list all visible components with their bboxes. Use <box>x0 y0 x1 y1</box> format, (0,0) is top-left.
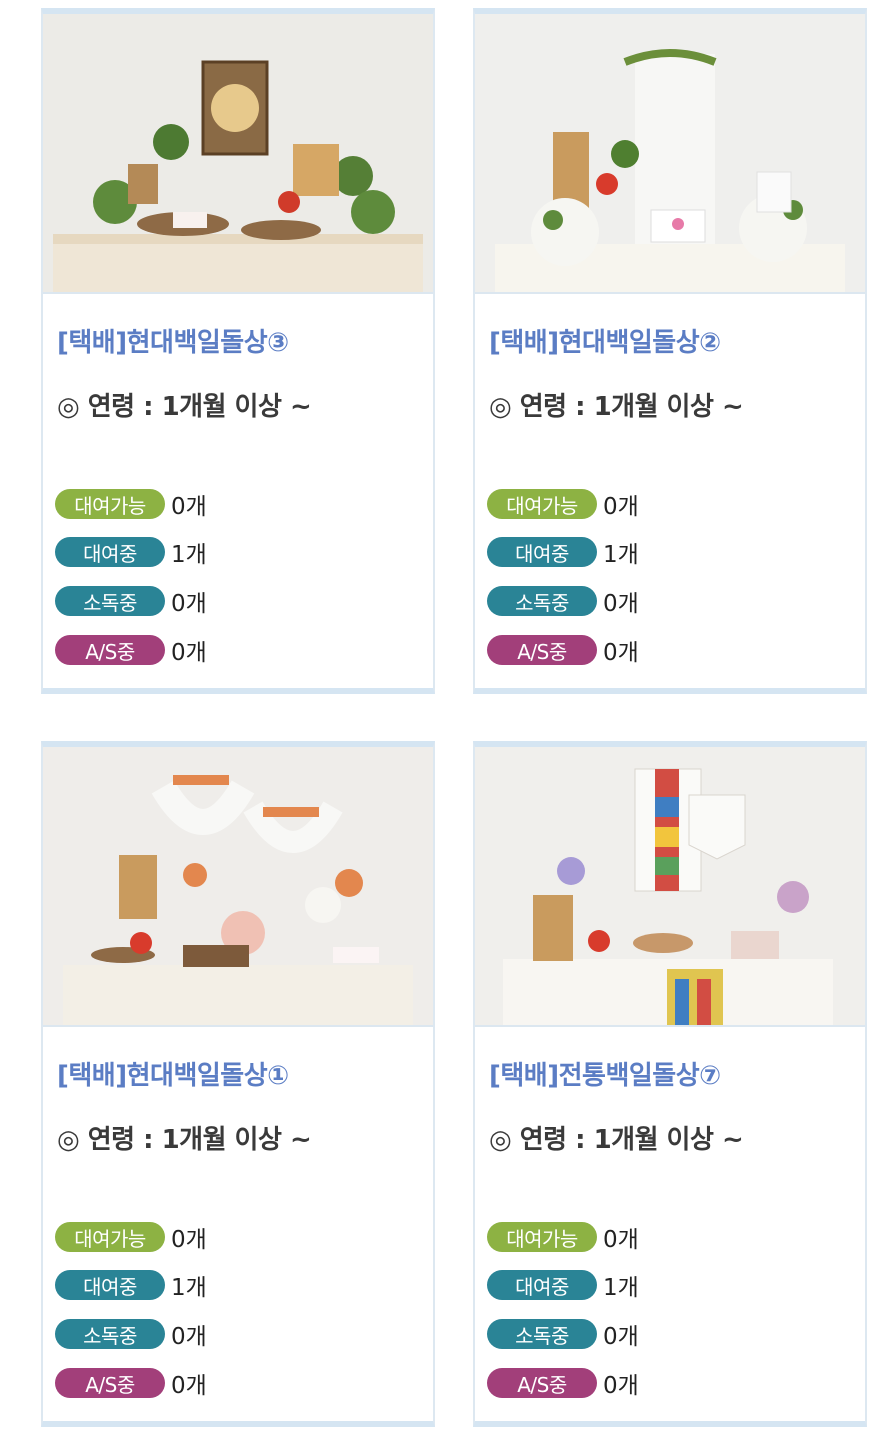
product-title[interactable]: [택배]현대백일돌상③ <box>57 322 289 359</box>
status-available: 대여가능 0개 <box>487 1221 847 1253</box>
repair-count: 0개 <box>171 1373 207 1399</box>
sanitizing-count: 0개 <box>171 591 207 617</box>
sanitizing-badge: 소독중 <box>487 586 597 616</box>
sanitizing-badge: 소독중 <box>55 586 165 616</box>
status-repair: A/S중 0개 <box>487 634 847 666</box>
product-title[interactable]: [택배]현대백일돌상② <box>489 322 721 359</box>
age-info: ◎ 연령 : 1개월 이상 ~ <box>489 392 744 422</box>
age-info: ◎ 연령 : 1개월 이상 ~ <box>57 1125 312 1155</box>
renting-badge: 대여중 <box>487 537 597 567</box>
repair-badge: A/S중 <box>487 635 597 665</box>
status-renting: 대여중 1개 <box>487 536 847 568</box>
renting-badge: 대여중 <box>487 1270 597 1300</box>
age-info: ◎ 연령 : 1개월 이상 ~ <box>489 1125 744 1155</box>
product-card[interactable]: [택배]전통백일돌상⑦ ◎ 연령 : 1개월 이상 ~ 대여가능 0개 대여중 … <box>473 741 867 1427</box>
product-photo[interactable] <box>43 14 433 294</box>
sanitizing-count: 0개 <box>603 1324 639 1350</box>
repair-badge: A/S중 <box>55 1368 165 1398</box>
available-count: 0개 <box>171 1227 207 1253</box>
sanitizing-count: 0개 <box>171 1324 207 1350</box>
sanitizing-count: 0개 <box>603 591 639 617</box>
status-renting: 대여중 1개 <box>487 1269 847 1301</box>
repair-badge: A/S중 <box>487 1368 597 1398</box>
product-image <box>475 747 865 1025</box>
renting-count: 1개 <box>171 1275 207 1301</box>
status-sanitizing: 소독중 0개 <box>487 585 847 617</box>
product-grid: [택배]현대백일돌상③ ◎ 연령 : 1개월 이상 ~ 대여가능 0개 대여중 … <box>0 0 888 1440</box>
product-image <box>475 14 865 292</box>
product-card[interactable]: [택배]현대백일돌상① ◎ 연령 : 1개월 이상 ~ 대여가능 0개 대여중 … <box>41 741 435 1427</box>
status-sanitizing: 소독중 0개 <box>487 1318 847 1350</box>
product-photo[interactable] <box>475 747 865 1027</box>
status-repair: A/S중 0개 <box>55 634 415 666</box>
renting-count: 1개 <box>603 1275 639 1301</box>
available-badge: 대여가능 <box>487 489 597 519</box>
status-sanitizing: 소독중 0개 <box>55 585 415 617</box>
status-repair: A/S중 0개 <box>55 1367 415 1399</box>
renting-badge: 대여중 <box>55 537 165 567</box>
available-badge: 대여가능 <box>487 1222 597 1252</box>
available-count: 0개 <box>603 494 639 520</box>
available-count: 0개 <box>171 494 207 520</box>
repair-count: 0개 <box>171 640 207 666</box>
product-photo[interactable] <box>43 747 433 1027</box>
status-available: 대여가능 0개 <box>55 1221 415 1253</box>
renting-count: 1개 <box>603 542 639 568</box>
product-title[interactable]: [택배]전통백일돌상⑦ <box>489 1055 721 1092</box>
status-renting: 대여중 1개 <box>55 1269 415 1301</box>
product-image <box>43 14 433 292</box>
status-sanitizing: 소독중 0개 <box>55 1318 415 1350</box>
sanitizing-badge: 소독중 <box>487 1319 597 1349</box>
available-count: 0개 <box>603 1227 639 1253</box>
status-repair: A/S중 0개 <box>487 1367 847 1399</box>
product-card[interactable]: [택배]현대백일돌상② ◎ 연령 : 1개월 이상 ~ 대여가능 0개 대여중 … <box>473 8 867 694</box>
repair-badge: A/S중 <box>55 635 165 665</box>
status-available: 대여가능 0개 <box>487 488 847 520</box>
repair-count: 0개 <box>603 640 639 666</box>
status-renting: 대여중 1개 <box>55 536 415 568</box>
available-badge: 대여가능 <box>55 1222 165 1252</box>
sanitizing-badge: 소독중 <box>55 1319 165 1349</box>
product-image <box>43 747 433 1025</box>
age-info: ◎ 연령 : 1개월 이상 ~ <box>57 392 312 422</box>
repair-count: 0개 <box>603 1373 639 1399</box>
product-title[interactable]: [택배]현대백일돌상① <box>57 1055 289 1092</box>
available-badge: 대여가능 <box>55 489 165 519</box>
status-available: 대여가능 0개 <box>55 488 415 520</box>
renting-badge: 대여중 <box>55 1270 165 1300</box>
product-card[interactable]: [택배]현대백일돌상③ ◎ 연령 : 1개월 이상 ~ 대여가능 0개 대여중 … <box>41 8 435 694</box>
renting-count: 1개 <box>171 542 207 568</box>
product-photo[interactable] <box>475 14 865 294</box>
